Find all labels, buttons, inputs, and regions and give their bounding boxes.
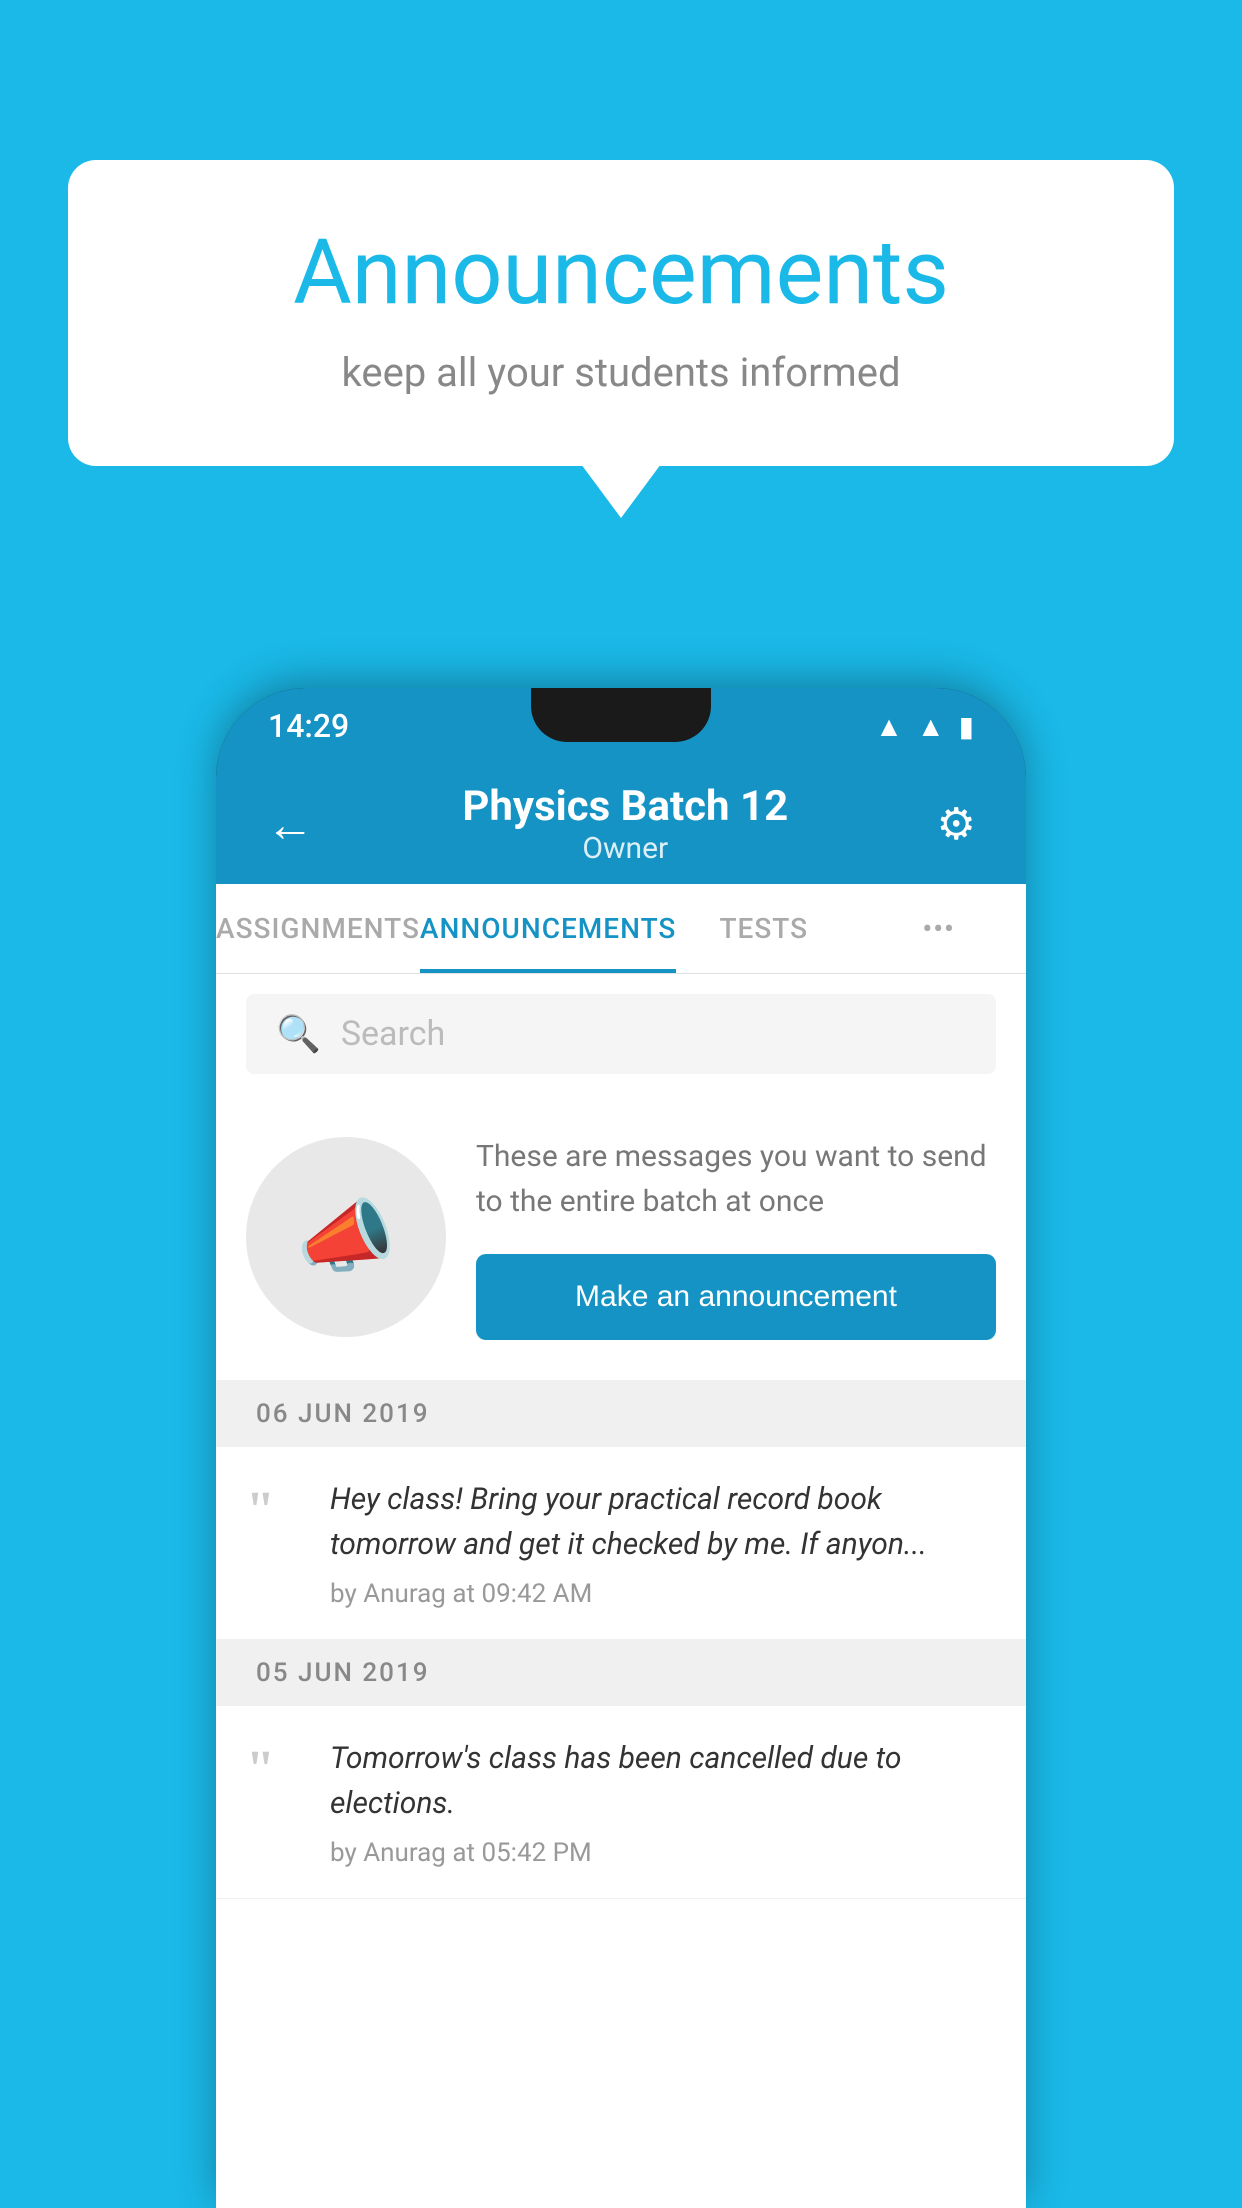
- search-bar[interactable]: 🔍 Search: [246, 994, 996, 1074]
- notch: [531, 688, 711, 742]
- speech-bubble-container: Announcements keep all your students inf…: [68, 160, 1174, 466]
- date-separator-2: 05 JUN 2019: [216, 1640, 1026, 1706]
- phone-frame: 14:29 ▲ ▲ ▮ ← Physics Batch 12 Owner ⚙ A…: [216, 688, 1026, 2208]
- bubble-title: Announcements: [148, 220, 1094, 325]
- wifi-icon: ▲: [875, 710, 903, 743]
- speech-bubble: Announcements keep all your students inf…: [68, 160, 1174, 466]
- announcement-item-1[interactable]: " Hey class! Bring your practical record…: [216, 1447, 1026, 1640]
- promo-description: These are messages you want to send to t…: [476, 1134, 996, 1224]
- tabs-container: ASSIGNMENTS ANNOUNCEMENTS TESTS •••: [216, 884, 1026, 974]
- tab-assignments[interactable]: ASSIGNMENTS: [216, 884, 420, 973]
- status-time: 14:29: [268, 707, 349, 745]
- announcement-promo: 📣 These are messages you want to send to…: [216, 1094, 1026, 1381]
- app-bar-subtitle: Owner: [462, 831, 788, 866]
- promo-icon-circle: 📣: [246, 1137, 446, 1337]
- quote-icon-2: ": [246, 1740, 306, 1868]
- back-button[interactable]: ←: [256, 786, 324, 863]
- battery-icon: ▮: [959, 710, 974, 743]
- tab-tests[interactable]: TESTS: [676, 884, 851, 973]
- app-bar-title: Physics Batch 12: [462, 782, 788, 831]
- status-icons: ▲ ▲ ▮: [875, 710, 974, 743]
- quote-icon-1: ": [246, 1481, 306, 1609]
- tab-announcements[interactable]: ANNOUNCEMENTS: [420, 884, 676, 973]
- status-bar: 14:29 ▲ ▲ ▮: [216, 688, 1026, 764]
- announcement-text-wrap-1: Hey class! Bring your practical record b…: [330, 1477, 996, 1609]
- date-separator-1: 06 JUN 2019: [216, 1381, 1026, 1447]
- announcement-item-2[interactable]: " Tomorrow's class has been cancelled du…: [216, 1706, 1026, 1899]
- announcement-text-2: Tomorrow's class has been cancelled due …: [330, 1736, 996, 1826]
- phone-content: 🔍 Search 📣 These are messages you want t…: [216, 974, 1026, 2208]
- search-placeholder: Search: [341, 1014, 445, 1054]
- megaphone-icon: 📣: [296, 1190, 396, 1284]
- app-bar-title-container: Physics Batch 12 Owner: [462, 782, 788, 866]
- settings-button[interactable]: ⚙: [927, 788, 986, 860]
- announcement-text-1: Hey class! Bring your practical record b…: [330, 1477, 996, 1567]
- make-announcement-button[interactable]: Make an announcement: [476, 1254, 996, 1340]
- promo-right: These are messages you want to send to t…: [476, 1134, 996, 1340]
- bubble-subtitle: keep all your students informed: [148, 349, 1094, 396]
- signal-icon: ▲: [917, 710, 945, 743]
- announcement-meta-1: by Anurag at 09:42 AM: [330, 1579, 996, 1609]
- tab-more[interactable]: •••: [851, 884, 1026, 973]
- announcement-meta-2: by Anurag at 05:42 PM: [330, 1838, 996, 1868]
- search-icon: 🔍: [276, 1013, 321, 1055]
- app-bar: ← Physics Batch 12 Owner ⚙: [216, 764, 1026, 884]
- announcement-text-wrap-2: Tomorrow's class has been cancelled due …: [330, 1736, 996, 1868]
- search-container: 🔍 Search: [216, 974, 1026, 1094]
